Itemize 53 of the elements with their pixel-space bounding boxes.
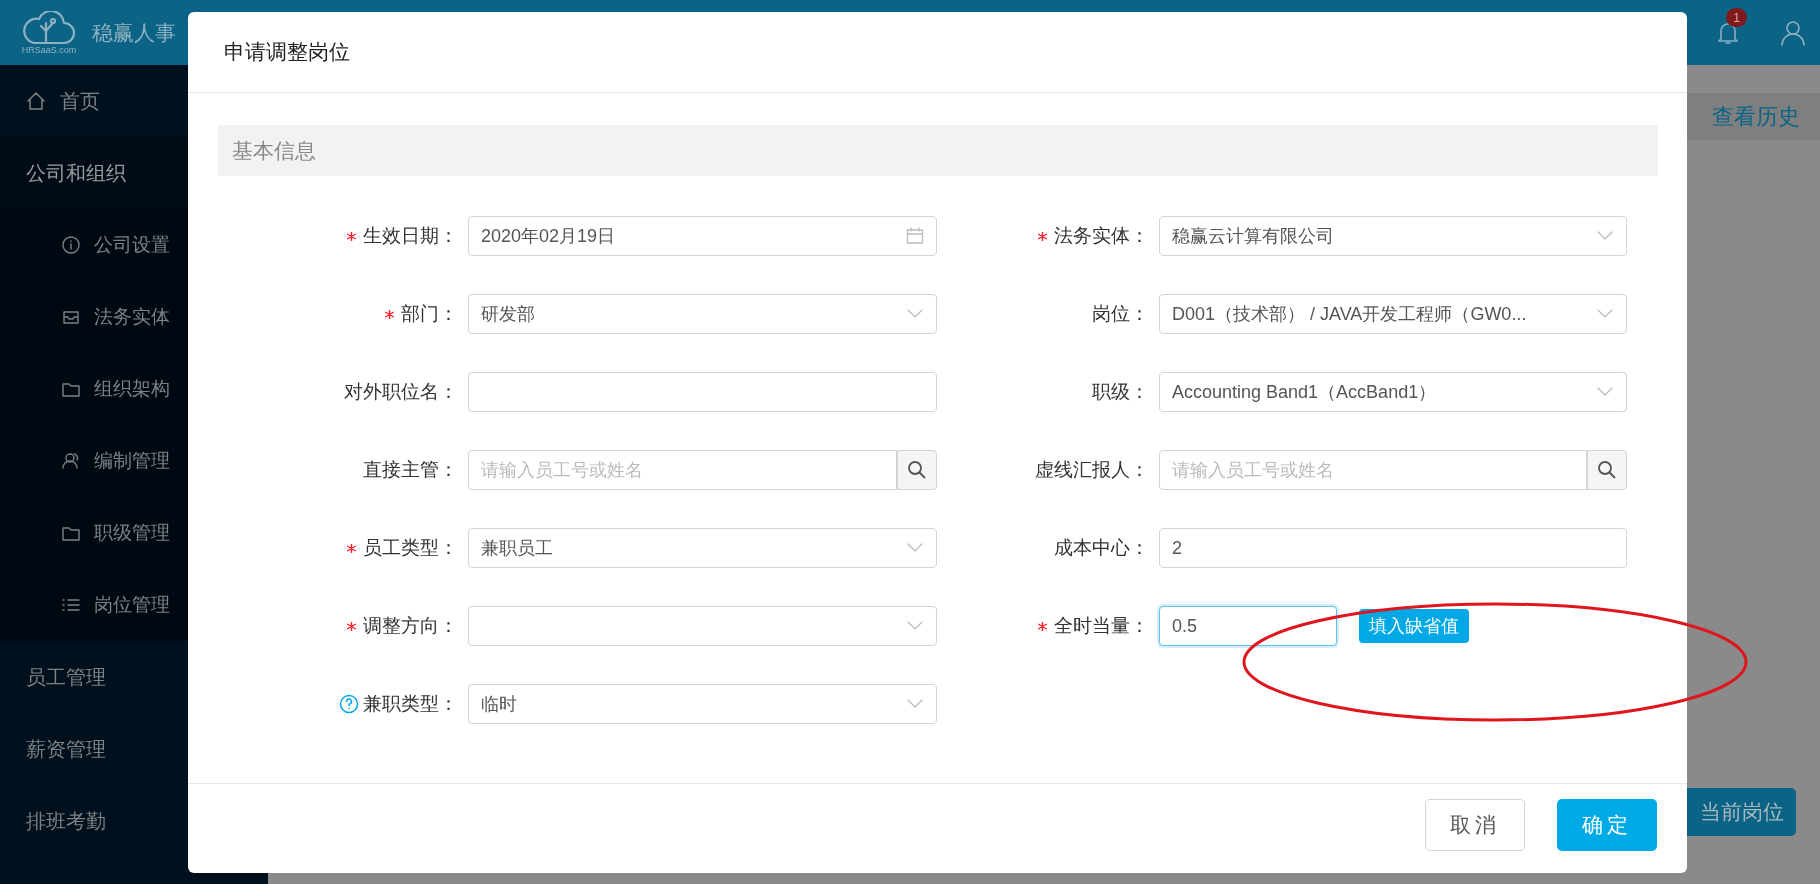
confirm-button[interactable]: 确定: [1557, 799, 1657, 851]
cancel-button[interactable]: 取消: [1425, 799, 1525, 851]
info-icon: [62, 236, 80, 254]
field-label: 员工类型：: [363, 536, 458, 560]
select-field[interactable]: 研发部: [468, 294, 937, 334]
submenu-item[interactable]: 编制管理: [94, 448, 170, 474]
submenu-item[interactable]: 组织架构: [94, 376, 170, 402]
inbox-icon: [62, 308, 80, 326]
field-label: 法务实体：: [1054, 224, 1149, 248]
submenu-item[interactable]: 法务实体: [94, 304, 170, 330]
search-icon: [1597, 460, 1617, 480]
submenu-item[interactable]: 岗位管理: [94, 592, 170, 618]
number-field[interactable]: 0.5: [1159, 606, 1337, 646]
select-field[interactable]: [468, 606, 937, 646]
user-icon[interactable]: [1780, 19, 1806, 46]
field-label: 生效日期：: [363, 224, 458, 248]
field-label: 对外职位名：: [344, 380, 458, 404]
app-name: 稳赢人事: [92, 19, 176, 46]
calendar-icon: [906, 227, 924, 245]
field-label: 成本中心：: [1054, 536, 1149, 560]
field-label: 职级：: [1092, 380, 1149, 404]
home-icon: [26, 91, 46, 111]
search-button[interactable]: [1587, 450, 1627, 490]
text-field[interactable]: 2: [1159, 528, 1627, 568]
field-label: 岗位：: [1092, 302, 1149, 326]
list-icon: [62, 596, 80, 614]
select-field[interactable]: 稳赢云计算有限公司: [1159, 216, 1627, 256]
field-label: 兼职类型：: [363, 692, 458, 716]
text-field[interactable]: [468, 372, 937, 412]
select-field[interactable]: 兼职员工: [468, 528, 937, 568]
field-label: 部门：: [401, 302, 458, 326]
fill-default-button[interactable]: 填入缺省值: [1359, 609, 1469, 643]
logo-caption: HRSaaS.com: [21, 44, 77, 55]
select-field[interactable]: 临时: [468, 684, 937, 724]
cloud-logo-icon: [22, 10, 76, 45]
folder-icon: [62, 524, 80, 542]
dialog-title: 申请调整岗位: [224, 39, 350, 65]
search-button[interactable]: [897, 450, 937, 490]
field-label: 直接主管：: [363, 458, 458, 482]
folder-icon: [62, 380, 80, 398]
section-header: 基本信息: [218, 125, 1658, 176]
submenu-item[interactable]: 公司设置: [94, 232, 170, 258]
submenu-item[interactable]: 职级管理: [94, 520, 170, 546]
search-icon: [907, 460, 927, 480]
menu-item[interactable]: 首页: [60, 87, 100, 115]
select-field[interactable]: Accounting Band1（AccBand1）: [1159, 372, 1627, 412]
select-field[interactable]: D001（技术部） / JAVA开发工程师（GW0...: [1159, 294, 1627, 334]
field-label: 调整方向：: [363, 614, 458, 638]
users-icon: [62, 452, 80, 470]
field-label: 全时当量：: [1054, 614, 1149, 638]
notification-badge: 1: [1726, 7, 1748, 27]
date-field[interactable]: 2020年02月19日: [468, 216, 937, 256]
field-label: 虚线汇报人：: [1035, 458, 1149, 482]
